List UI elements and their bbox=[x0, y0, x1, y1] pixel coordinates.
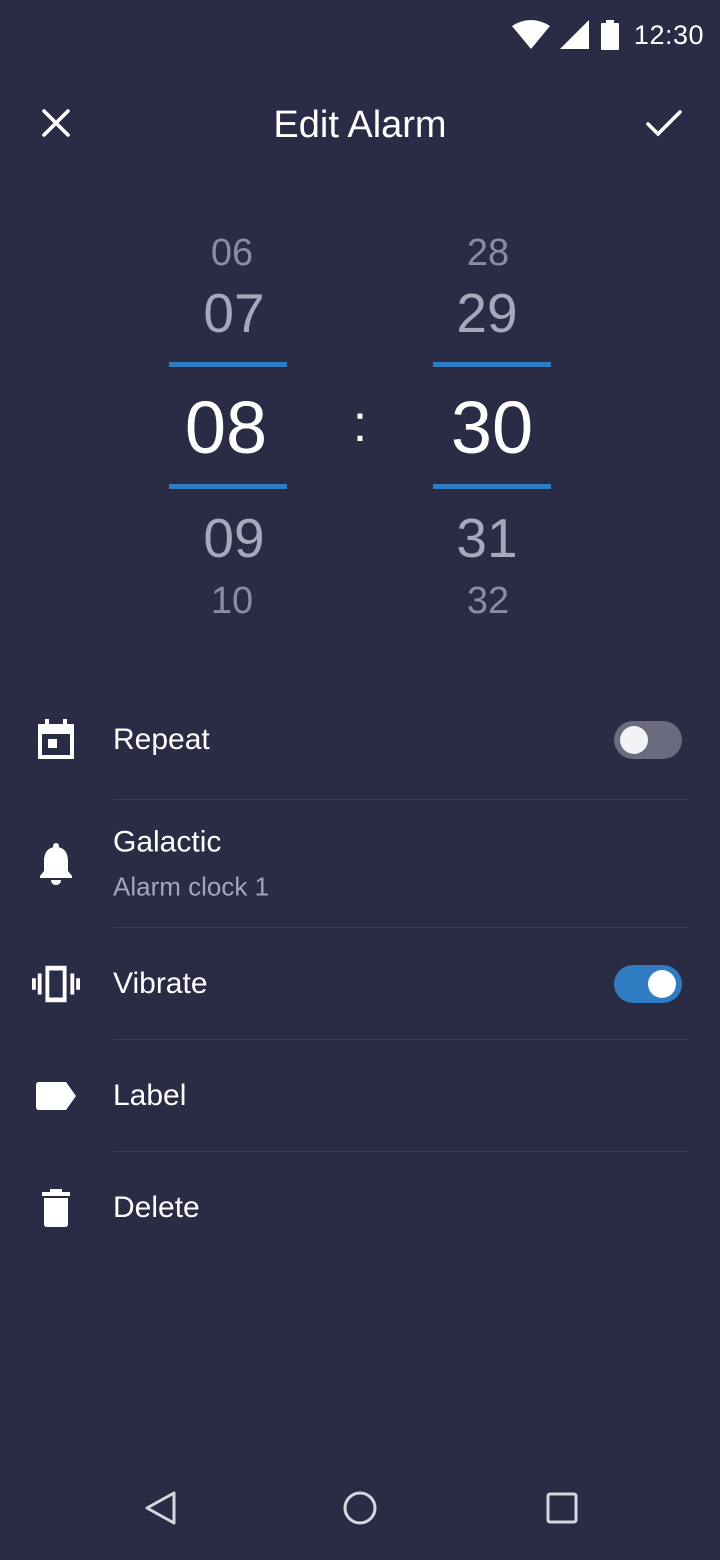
delete-label: Delete bbox=[113, 1191, 200, 1224]
page-title: Edit Alarm bbox=[273, 103, 447, 146]
alarm-sound-row[interactable]: Galactic Alarm clock 1 bbox=[0, 800, 720, 928]
minute-option[interactable]: 28 bbox=[433, 234, 551, 272]
hour-picker[interactable]: 06 07 08 09 10 bbox=[169, 220, 287, 630]
selected-hour[interactable]: 08 bbox=[169, 391, 287, 465]
selection-indicator bbox=[169, 484, 287, 489]
wifi-icon bbox=[511, 20, 550, 50]
recents-icon bbox=[545, 1491, 579, 1530]
label-text: Label bbox=[113, 1079, 187, 1112]
calendar-icon bbox=[32, 716, 80, 764]
repeat-row[interactable]: Repeat bbox=[0, 680, 720, 800]
home-icon bbox=[342, 1490, 378, 1531]
cellular-signal-icon bbox=[559, 20, 590, 50]
minute-option[interactable]: 29 bbox=[433, 286, 551, 341]
edit-alarm-screen: 12:30 Edit Alarm 06 07 08 09 10 : 28 29 … bbox=[0, 0, 720, 1560]
back-icon bbox=[143, 1490, 177, 1531]
minute-option[interactable]: 32 bbox=[433, 582, 551, 620]
hour-option[interactable]: 07 bbox=[169, 286, 287, 341]
close-icon bbox=[41, 108, 71, 143]
sound-description: Alarm clock 1 bbox=[113, 871, 270, 902]
label-tag-icon bbox=[32, 1072, 80, 1120]
repeat-toggle[interactable] bbox=[614, 721, 682, 759]
trash-icon bbox=[32, 1184, 80, 1232]
top-app-bar: Edit Alarm bbox=[0, 84, 720, 166]
nav-recents-button[interactable] bbox=[530, 1478, 594, 1542]
vibrate-toggle[interactable] bbox=[614, 965, 682, 1003]
hour-option[interactable]: 09 bbox=[169, 511, 287, 566]
delete-row[interactable]: Delete bbox=[0, 1152, 720, 1264]
vibrate-icon bbox=[32, 960, 80, 1008]
minute-option[interactable]: 31 bbox=[433, 511, 551, 566]
hour-option[interactable]: 06 bbox=[169, 234, 287, 272]
status-clock: 12:30 bbox=[633, 19, 704, 50]
save-button[interactable] bbox=[636, 97, 692, 153]
toggle-knob bbox=[648, 970, 676, 998]
status-bar: 12:30 bbox=[0, 0, 720, 70]
system-nav-bar bbox=[0, 1460, 720, 1560]
vibrate-label: Vibrate bbox=[113, 967, 208, 1000]
battery-icon bbox=[600, 20, 620, 50]
selection-indicator bbox=[169, 362, 287, 367]
sound-name: Galactic bbox=[113, 825, 222, 859]
repeat-label: Repeat bbox=[113, 723, 210, 756]
nav-back-button[interactable] bbox=[128, 1478, 192, 1542]
toggle-knob bbox=[620, 726, 648, 754]
label-row[interactable]: Label bbox=[0, 1040, 720, 1152]
hour-option[interactable]: 10 bbox=[169, 582, 287, 620]
selection-indicator bbox=[433, 484, 551, 489]
time-separator: : bbox=[352, 395, 368, 453]
check-icon bbox=[645, 108, 683, 143]
minute-picker[interactable]: 28 29 30 31 32 bbox=[433, 220, 551, 630]
nav-home-button[interactable] bbox=[328, 1478, 392, 1542]
bell-icon bbox=[32, 840, 80, 888]
vibrate-row[interactable]: Vibrate bbox=[0, 928, 720, 1040]
close-button[interactable] bbox=[28, 97, 84, 153]
selection-indicator bbox=[433, 362, 551, 367]
selected-minute[interactable]: 30 bbox=[433, 391, 551, 465]
